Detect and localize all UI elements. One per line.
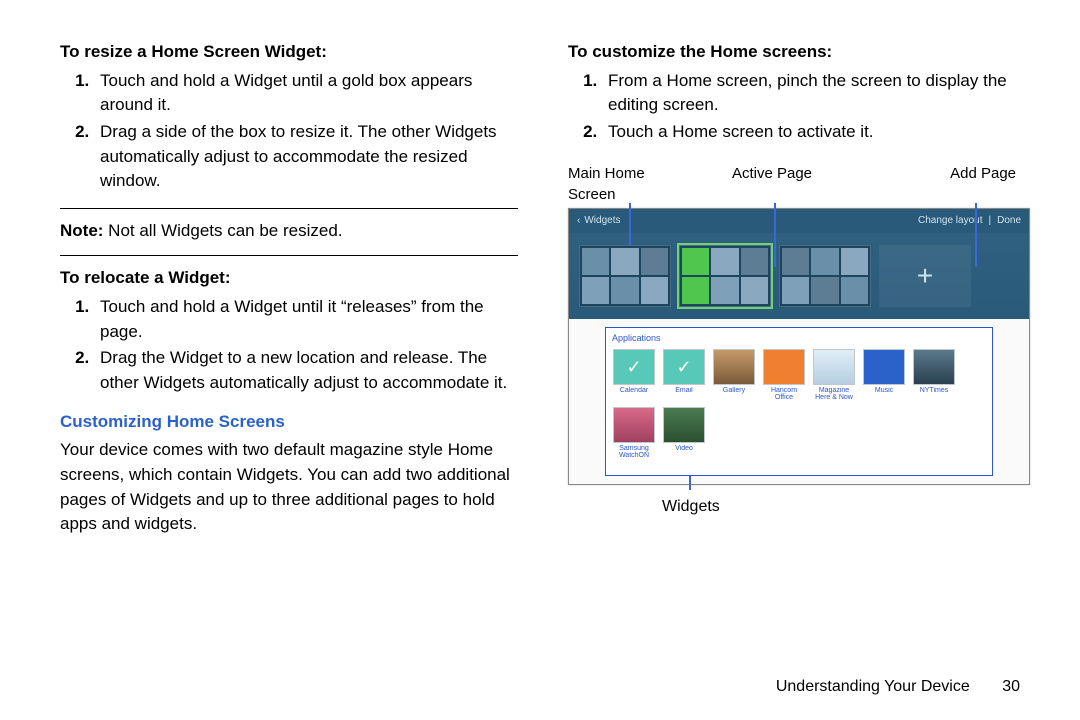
topbar-divider: | (988, 214, 991, 229)
list-item: Drag a side of the box to resize it. The… (94, 120, 518, 194)
app-item: Samsung WatchON (612, 407, 656, 459)
device-screenshot: ‹ Widgets Change layout | Done + Applica… (568, 208, 1030, 485)
widgets-panel: Applications Calendar Email Gallery Hanc… (605, 327, 993, 476)
list-item: Touch and hold a Widget until it “releas… (94, 295, 518, 344)
app-icon (713, 349, 755, 385)
app-label: Video (662, 445, 706, 459)
footer-chapter: Understanding Your Device (776, 678, 970, 695)
relocate-steps: Touch and hold a Widget until it “releas… (60, 295, 518, 396)
app-label: Calendar (612, 387, 656, 401)
heading-customize-home: To customize the Home screens: (568, 42, 832, 61)
app-label: Samsung WatchON (612, 445, 656, 459)
app-label: Gallery (712, 387, 756, 401)
page-thumb (779, 245, 871, 307)
heading-relocate: To relocate a Widget: (60, 268, 231, 287)
label-add-page: Add Page (936, 163, 1030, 207)
resize-steps: Touch and hold a Widget until a gold box… (60, 69, 518, 194)
app-icon (813, 349, 855, 385)
add-page-thumb: + (879, 245, 971, 307)
app-icon (763, 349, 805, 385)
customize-steps: From a Home screen, pinch the screen to … (568, 69, 1030, 145)
note: Note: Not all Widgets can be resized. (60, 219, 518, 244)
list-item: From a Home screen, pinch the screen to … (602, 69, 1030, 118)
app-icon (613, 407, 655, 443)
app-label: NYTimes (912, 387, 956, 401)
list-item: Touch a Home screen to activate it. (602, 120, 1030, 145)
app-item: Hancom Office (762, 349, 806, 401)
app-item: Video (662, 407, 706, 459)
pages-strip: + (569, 233, 1029, 319)
chevron-left-icon: ‹ (577, 214, 580, 229)
app-item: Calendar (612, 349, 656, 401)
divider (60, 208, 518, 209)
label-widgets: Widgets (662, 495, 1030, 518)
app-label: Email (662, 387, 706, 401)
callout-labels: Main Home Screen Active Page Add Page (568, 163, 1030, 207)
heading-customizing: Customizing Home Screens (60, 410, 518, 435)
footer-page-number: 30 (1002, 678, 1020, 695)
heading-resize: To resize a Home Screen Widget: (60, 42, 327, 61)
right-column: To customize the Home screens: From a Ho… (568, 40, 1030, 620)
callout-line (975, 203, 977, 267)
divider (60, 255, 518, 256)
label-main-home: Main Home Screen (568, 163, 668, 207)
app-item: Email (662, 349, 706, 401)
list-item: Drag the Widget to a new location and re… (94, 346, 518, 395)
app-icon (663, 349, 705, 385)
note-label: Note: (60, 221, 103, 240)
left-column: To resize a Home Screen Widget: Touch an… (60, 40, 518, 620)
list-item: Touch and hold a Widget until a gold box… (94, 69, 518, 118)
callout-line (774, 203, 776, 267)
app-grid: Calendar Email Gallery Hancom Office Mag… (606, 349, 992, 459)
apps-panel-title: Applications (606, 328, 992, 349)
app-icon (913, 349, 955, 385)
page-thumb-active (679, 245, 771, 307)
app-icon (863, 349, 905, 385)
app-item: Gallery (712, 349, 756, 401)
app-icon (613, 349, 655, 385)
topbar-change-layout: Change layout (918, 214, 983, 229)
topbar-back-label: Widgets (584, 214, 620, 229)
topbar-done: Done (997, 214, 1021, 229)
editing-top-bar: ‹ Widgets Change layout | Done (569, 209, 1029, 233)
app-icon (663, 407, 705, 443)
app-label: Magazine Here & Now (812, 387, 856, 401)
label-active-page: Active Page (668, 163, 936, 207)
app-label: Music (862, 387, 906, 401)
app-item: Magazine Here & Now (812, 349, 856, 401)
plus-icon: + (917, 256, 933, 297)
page-footer: Understanding Your Device 30 (776, 678, 1020, 696)
page-thumb-main (579, 245, 671, 307)
app-item: NYTimes (912, 349, 956, 401)
app-item: Music (862, 349, 906, 401)
note-text: Not all Widgets can be resized. (103, 221, 342, 240)
app-label: Hancom Office (762, 387, 806, 401)
custom-paragraph: Your device comes with two default magaz… (60, 438, 518, 537)
